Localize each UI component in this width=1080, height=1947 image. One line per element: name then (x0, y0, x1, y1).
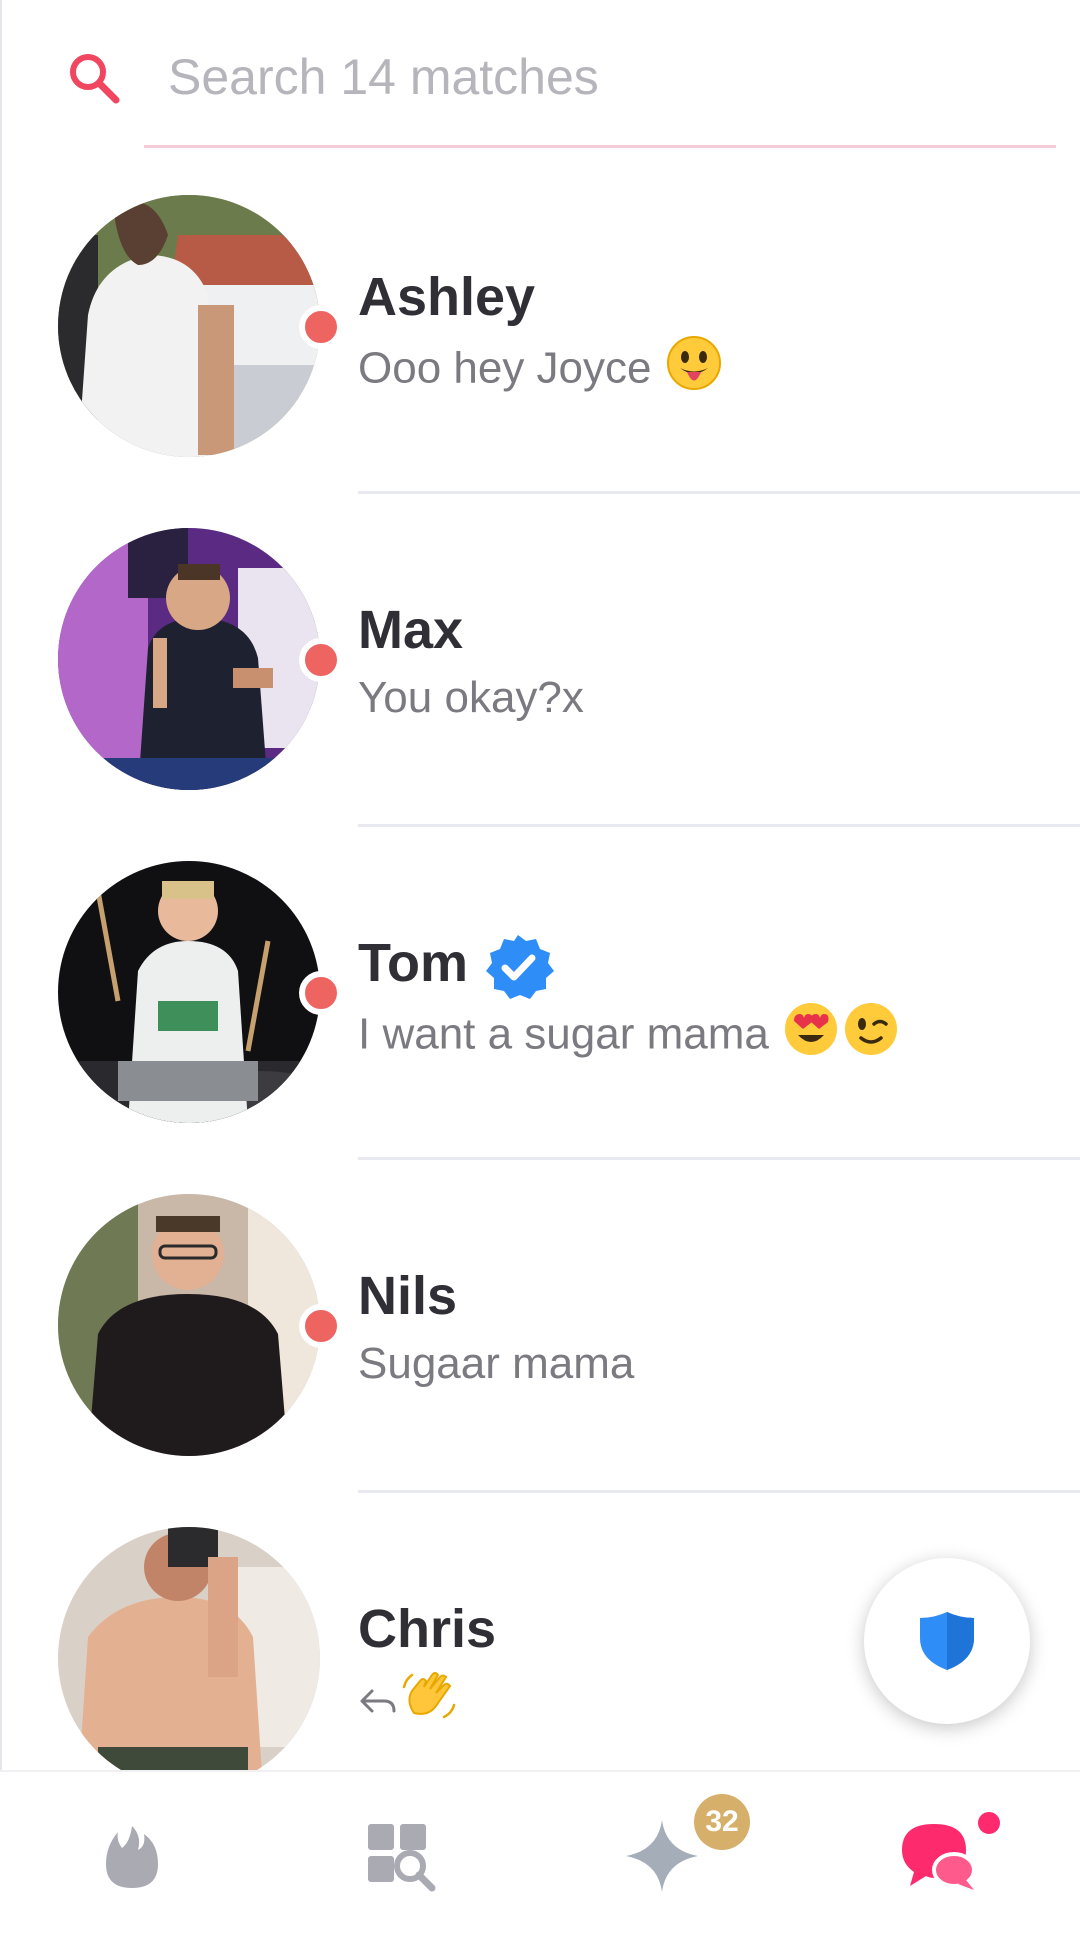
search-input[interactable] (144, 40, 1044, 114)
match-name: Max (358, 600, 464, 660)
unread-dot (299, 1304, 343, 1348)
row-divider (358, 824, 1080, 827)
avatar[interactable] (58, 528, 320, 790)
message-preview (358, 1667, 456, 1739)
match-name: Nils (358, 1266, 458, 1326)
waving-hand-emoji (400, 1667, 456, 1739)
match-name: Tom (358, 933, 468, 993)
likes-count-badge: 32 (694, 1794, 750, 1850)
message-preview: Ooo hey Joyce (358, 335, 722, 407)
row-divider (358, 1490, 1080, 1493)
avatar[interactable] (58, 1527, 320, 1770)
reply-arrow-icon (358, 1673, 398, 1733)
row-divider (358, 1157, 1080, 1160)
nav-tab-likes[interactable]: 32 (560, 1772, 760, 1947)
message-text: I want a sugar mama (358, 1009, 769, 1059)
message-text: You okay?x (358, 673, 584, 722)
search-icon[interactable] (66, 50, 122, 106)
match-row[interactable]: Ashley Ooo hey Joyce (0, 195, 1080, 528)
heart-eyes-emoji (783, 1001, 839, 1073)
nav-tab-messages[interactable] (840, 1772, 1040, 1947)
match-name: Ashley (358, 267, 536, 327)
message-text: Sugaar mama (358, 1339, 635, 1388)
verified-icon (486, 935, 554, 999)
nav-tab-discover[interactable] (30, 1772, 230, 1947)
matches-screen: Ashley Ooo hey Joyce (0, 0, 1080, 1947)
chat-bubbles-icon (902, 1824, 976, 1890)
match-row[interactable]: Max You okay?x (0, 528, 1080, 861)
avatar[interactable] (58, 1194, 320, 1456)
bottom-nav: 32 (0, 1770, 1080, 1947)
sparkle-icon (626, 1820, 698, 1892)
shield-icon (920, 1612, 974, 1670)
match-row[interactable]: Nils Sugaar mama (0, 1194, 1080, 1527)
unread-dot (299, 638, 343, 682)
row-divider (358, 491, 1080, 494)
message-preview: Sugaar mama (358, 1334, 634, 1394)
nav-tab-explore[interactable] (300, 1772, 500, 1947)
avatar[interactable] (58, 195, 320, 457)
message-preview: I want a sugar mama (358, 1001, 899, 1073)
face-with-tongue-emoji (666, 335, 722, 407)
safety-button[interactable] (864, 1558, 1030, 1724)
unread-dot (299, 971, 343, 1015)
match-list: Ashley Ooo hey Joyce Max You okay?x Tom … (0, 195, 1080, 1770)
message-text: Ooo hey Joyce (358, 343, 652, 393)
search-bar (0, 0, 1080, 150)
explore-icon (368, 1824, 436, 1892)
unread-dot (299, 305, 343, 349)
winking-face-emoji (843, 1001, 899, 1073)
match-name: Chris (358, 1599, 497, 1659)
match-row[interactable]: Tom I want a sugar mama (0, 861, 1080, 1194)
message-preview: You okay?x (358, 668, 584, 728)
avatar[interactable] (58, 861, 320, 1123)
new-message-dot (974, 1808, 1004, 1838)
search-underline (144, 145, 1056, 148)
flame-icon (106, 1826, 158, 1888)
